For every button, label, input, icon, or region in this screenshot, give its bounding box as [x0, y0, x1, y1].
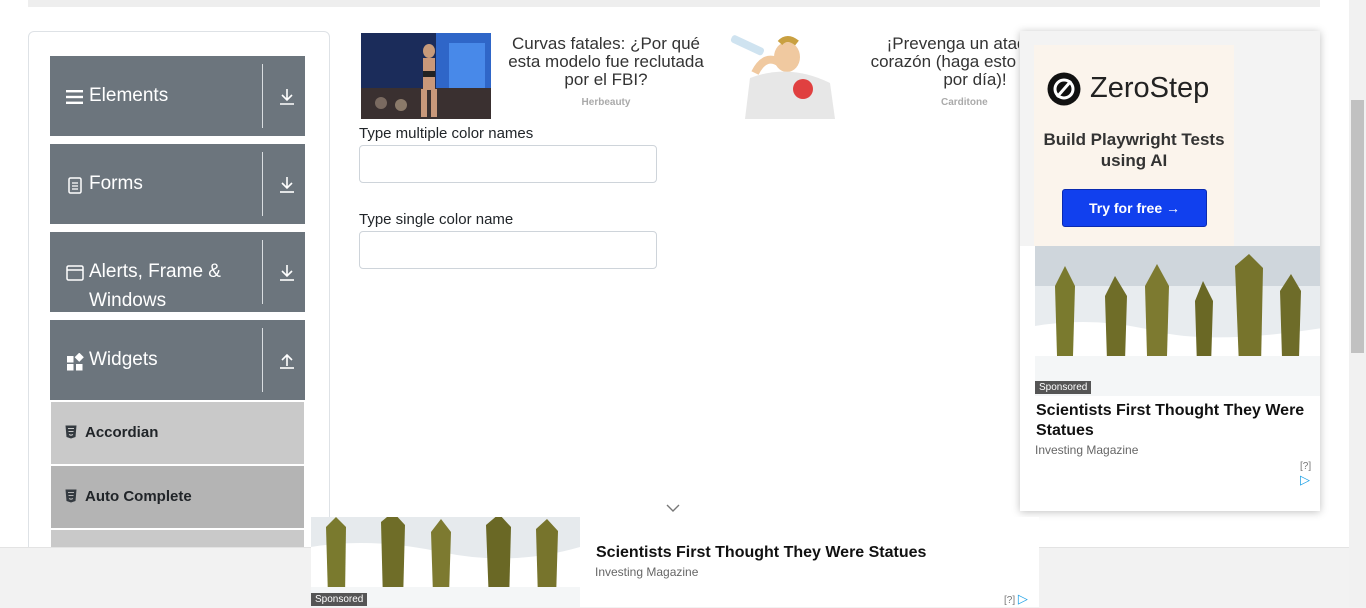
download-arrow-icon[interactable]	[277, 87, 297, 107]
widgets-icon	[67, 353, 84, 371]
ad-card-fbi-model[interactable]: Curvas fatales: ¿Por qué esta modelo fue…	[361, 33, 716, 123]
group-elements[interactable]: Elements	[50, 56, 305, 136]
ad-card-heart[interactable]: ¡Prevenga un ataque al corazón (haga est…	[725, 33, 1019, 123]
adchoice-icon[interactable]: [?] ▷	[1300, 461, 1320, 488]
adchoice-label: [?]	[1004, 595, 1016, 606]
menu-item-label: Accordian	[85, 424, 159, 441]
sidebar-panel: Elements Forms Alerts, Frame & Windows W…	[28, 31, 330, 573]
group-label-widgets: Widgets	[89, 349, 158, 370]
ad-source: Investing Magazine	[1035, 443, 1139, 457]
multiple-color-input[interactable]	[359, 145, 657, 183]
zerostep-brand-name: ZeroStep	[1090, 72, 1210, 104]
group-label-elements: Elements	[89, 85, 169, 106]
chevron-down-icon[interactable]	[666, 503, 680, 513]
multiple-color-label: Type multiple color names	[359, 125, 534, 142]
zerostep-tagline: Build Playwright Tests using AI	[1043, 130, 1225, 170]
download-arrow-icon[interactable]	[277, 175, 297, 195]
sponsored-badge: Sponsored	[1035, 381, 1092, 394]
group-label-alerts: Alerts, Frame & Windows	[89, 261, 221, 311]
top-strip	[28, 0, 1320, 7]
group-alerts[interactable]: Alerts, Frame & Windows	[50, 232, 305, 312]
group-forms[interactable]: Forms	[50, 144, 305, 224]
zerostep-logo-icon	[1047, 72, 1081, 106]
ad-headline: Scientists First Thought They Were Statu…	[596, 544, 927, 561]
html5-icon	[65, 489, 77, 503]
single-color-input[interactable]	[359, 231, 657, 269]
adchoice-icon[interactable]: [?] ▷	[1004, 591, 1028, 607]
scrollbar-thumb[interactable]	[1351, 100, 1364, 353]
ad-source: Investing Magazine	[595, 565, 699, 579]
divider	[262, 328, 263, 392]
menu-item-auto-complete[interactable]: Auto Complete	[51, 466, 304, 528]
menu-item-label: Auto Complete	[85, 488, 192, 505]
sponsored-badge: Sponsored	[311, 593, 368, 606]
single-color-label: Type single color name	[359, 211, 514, 228]
ad-thumbnail-image	[361, 33, 491, 119]
zerostep-ad[interactable]: ZeroStep Build Playwright Tests using AI…	[1020, 31, 1320, 246]
play-triangle-icon: ▷	[1300, 472, 1310, 487]
menu-item-accordian[interactable]: Accordian	[51, 402, 304, 464]
upload-arrow-icon[interactable]	[277, 351, 297, 371]
adchoice-label: [?]	[1300, 461, 1312, 472]
play-triangle-icon: ▷	[1017, 591, 1028, 606]
divider	[262, 64, 263, 128]
ad-headline: Curvas fatales: ¿Por qué esta modelo fue…	[508, 34, 704, 89]
ad-statues-image	[1035, 246, 1320, 396]
ad-headline: ¡Prevenga un ataque al corazón (haga est…	[870, 34, 1019, 89]
ad-headline: Scientists First Thought They Were Statu…	[1036, 402, 1305, 439]
ad-thumbnail-image	[725, 33, 855, 119]
right-ad-panel[interactable]: ZeroStep Build Playwright Tests using AI…	[1020, 31, 1320, 511]
group-label-forms: Forms	[89, 173, 143, 194]
ad-source: Herbeauty	[581, 97, 631, 108]
html5-icon	[65, 425, 77, 439]
bottom-ad[interactable]: Sponsored Scientists First Thought They …	[311, 517, 1039, 607]
hamburger-icon	[66, 90, 83, 104]
divider	[262, 240, 263, 304]
ad-source: Carditone	[941, 97, 988, 108]
download-arrow-icon[interactable]	[277, 263, 297, 283]
try-for-free-button[interactable]: Try for free →	[1062, 189, 1207, 227]
window-icon	[66, 265, 84, 281]
document-icon	[68, 177, 82, 194]
divider	[262, 152, 263, 216]
group-widgets[interactable]: Widgets	[50, 320, 305, 400]
